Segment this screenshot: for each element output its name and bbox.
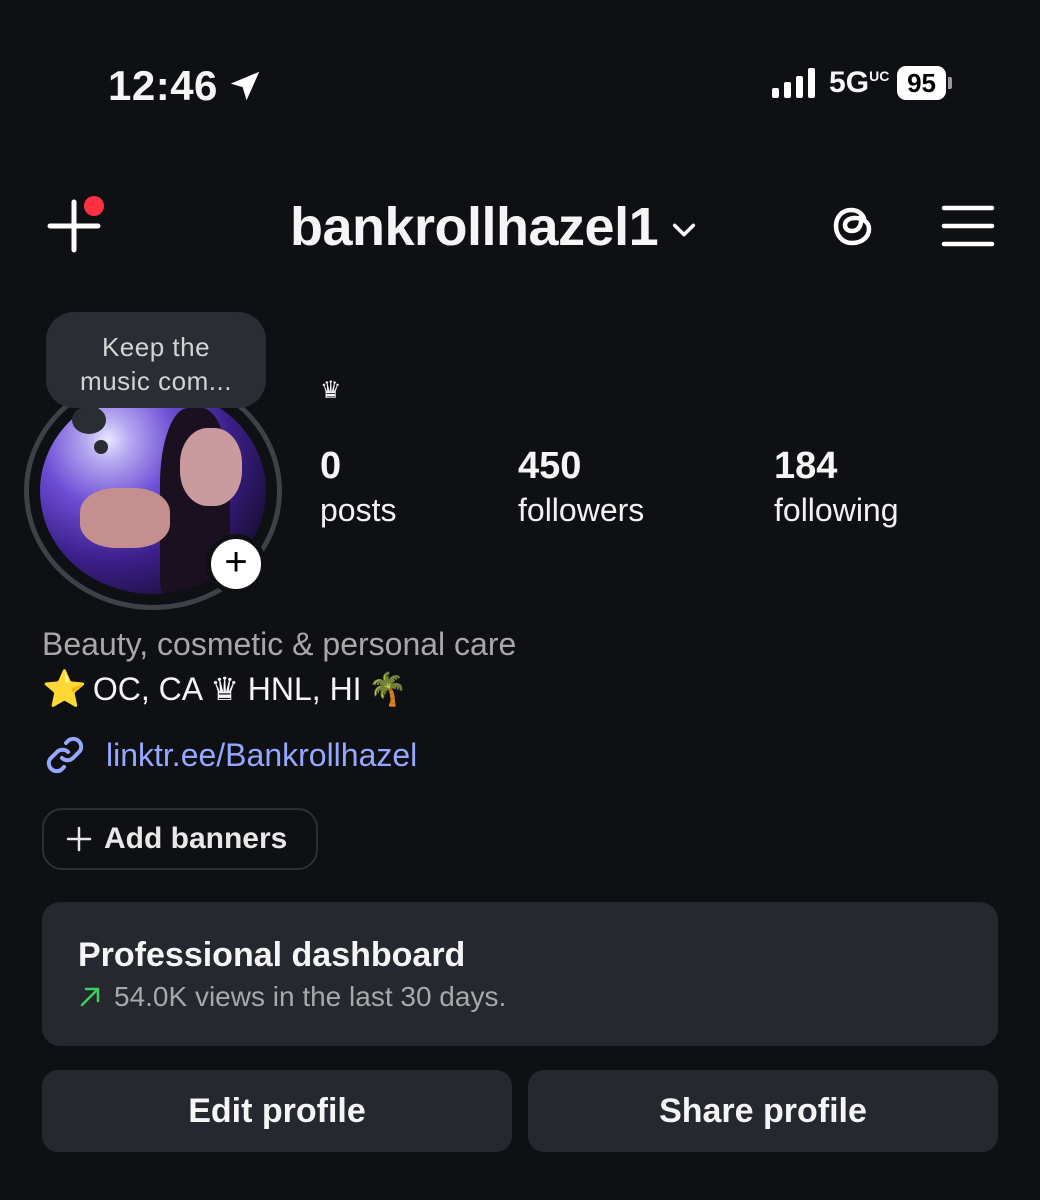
status-time: 12:46 bbox=[108, 62, 264, 110]
threads-button[interactable] bbox=[824, 196, 884, 256]
note-bubble-tail bbox=[72, 406, 106, 434]
star-icon: ⭐ bbox=[42, 668, 87, 709]
bio-text: OC, CA ♛ HNL, HI bbox=[92, 671, 362, 707]
create-button[interactable] bbox=[44, 196, 104, 256]
menu-button[interactable] bbox=[940, 198, 996, 254]
dashboard-title: Professional dashboard bbox=[78, 936, 466, 974]
battery-icon: 95 bbox=[897, 66, 952, 100]
battery-level: 95 bbox=[897, 66, 946, 100]
share-profile-button[interactable]: Share profile bbox=[528, 1070, 998, 1152]
stat-label: followers bbox=[518, 492, 645, 528]
edit-profile-button[interactable]: Edit profile bbox=[42, 1070, 512, 1152]
add-story-button[interactable]: + bbox=[206, 534, 266, 594]
threads-icon bbox=[833, 207, 872, 246]
stat-followers[interactable]: 450 followers bbox=[518, 444, 644, 532]
hamburger-menu-icon bbox=[941, 205, 995, 247]
signal-icon bbox=[772, 68, 816, 98]
plus-icon bbox=[66, 826, 92, 852]
stat-value: 184 bbox=[774, 445, 838, 487]
dashboard-subtitle: 54.0K views in the last 30 days. bbox=[78, 981, 998, 1013]
stat-label: posts bbox=[320, 492, 397, 528]
display-name: ♛ bbox=[320, 377, 342, 404]
username: bankrollhazel1 bbox=[290, 197, 659, 257]
profile-note[interactable]: Keep the music com... bbox=[46, 312, 266, 408]
note-bubble-tail bbox=[94, 440, 108, 454]
trend-up-icon bbox=[80, 987, 100, 1007]
clock: 12:46 bbox=[108, 62, 218, 109]
notification-dot bbox=[84, 196, 104, 216]
profile-link[interactable]: linktr.ee/Bankrollhazel bbox=[42, 732, 417, 778]
chevron-down-icon bbox=[673, 223, 696, 237]
add-banners-label: Add banners bbox=[104, 822, 288, 855]
network-label: 5GUC bbox=[829, 66, 890, 99]
palm-tree-icon: 🌴 bbox=[367, 671, 408, 707]
link-text: linktr.ee/Bankrollhazel bbox=[106, 736, 418, 773]
professional-dashboard[interactable]: Professional dashboard 54.0K views in th… bbox=[42, 902, 998, 1046]
link-icon bbox=[46, 736, 84, 774]
profile-category: Beauty, cosmetic & personal care bbox=[42, 626, 517, 662]
status-indicators: 5GUC 95 bbox=[772, 66, 952, 100]
stat-value: 0 bbox=[320, 445, 342, 487]
add-banners-button[interactable]: Add banners bbox=[42, 808, 318, 870]
location-arrow-icon bbox=[230, 71, 260, 101]
stat-following[interactable]: 184 following bbox=[774, 444, 899, 532]
stat-posts[interactable]: 0 posts bbox=[320, 444, 396, 532]
profile-bio: ⭐ OC, CA ♛ HNL, HI 🌴 bbox=[42, 668, 407, 710]
account-switcher[interactable]: bankrollhazel1 bbox=[290, 196, 698, 258]
stat-label: following bbox=[774, 492, 899, 528]
plus-icon: + bbox=[224, 540, 248, 584]
stat-value: 450 bbox=[518, 445, 582, 487]
